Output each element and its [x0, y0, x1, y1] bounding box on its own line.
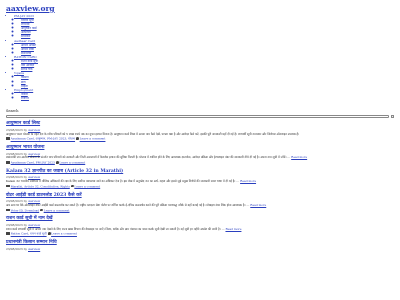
post-categories: Ayushman Card, PM-JAY 2023 Leave a comme…: [6, 160, 394, 165]
post-entry: आयुष्मान भारत योजना 23/08/2023 by Aaxview…: [6, 145, 394, 165]
read-more-link[interactable]: Read more: [240, 179, 256, 183]
post-entry: राशन कार्ड सूची में नाम देखें 23/08/2023 …: [6, 216, 394, 236]
page: aaxview.org PM-JAY 2023योजना सूचीलाभार्थ…: [0, 0, 400, 300]
nav-submenu: राशन कार्ड सूचीनया आवेदनस्टेटस चेक: [14, 59, 394, 71]
folder-icon: [6, 208, 10, 212]
comment-icon: [76, 137, 79, 140]
nav-group: Employmentनौकरीरोजगार: [14, 88, 394, 100]
category-links[interactable]: Marathi, Article 32, Constitution, Right…: [11, 184, 70, 188]
post-excerpt-text: प्रधानमंत्री जन आरोग्य योजना के अंतर्गत …: [6, 155, 287, 160]
nav-group: RATION CARDराशन कार्ड सूचीनया आवेदनस्टेट…: [14, 55, 394, 71]
nav-submenu-item: रोजगार: [21, 96, 394, 100]
post-meta: 23/08/2023 by Aaxview: [6, 247, 394, 251]
nav-submenu: किसानछात्रमहिला: [14, 75, 394, 87]
post-title[interactable]: प्रधानमंत्री किसान सम्मान निधि: [6, 240, 394, 246]
leave-comment-link[interactable]: Leave a comment: [74, 184, 100, 188]
leave-comment-link[interactable]: Leave a comment: [59, 160, 85, 164]
nav-group: Yojanaकिसानछात्रमहिला: [14, 71, 394, 87]
category-links[interactable]: Ration Card, राशन कार्ड सूची: [11, 232, 47, 236]
nav-group: PM-JAY 2023योजना सूचीलाभार्थीआयुष्मान का…: [14, 14, 394, 39]
nav-group: Aadhaar Cardआधार अपडेटआधार लिंकडाउनलोड: [14, 39, 394, 55]
leave-comment-link[interactable]: Leave a comment: [51, 232, 77, 236]
post-title[interactable]: राशन कार्ड सूची में नाम देखें: [6, 216, 394, 222]
nav-submenu: नौकरीरोजगार: [14, 92, 394, 100]
read-more-link[interactable]: Read more: [250, 203, 266, 207]
folder-icon: [6, 161, 10, 164]
post-excerpt-text: राशन कार्ड लाभार्थी सूची में अपना नाम दे…: [6, 226, 221, 231]
post-categories: Marathi, Article 32, Constitution, Right…: [6, 184, 394, 189]
read-more-link[interactable]: Read more: [225, 227, 241, 231]
search-label: Search: [6, 108, 19, 113]
search-input[interactable]: [6, 114, 390, 118]
post-list: आयुष्मान कार्ड लिस्ट 23/08/2023 by Aaxvie…: [6, 121, 394, 251]
post-entry: प्रधानमंत्री किसान सम्मान निधि 23/08/2023…: [6, 240, 394, 251]
post-entry: आयुष्मान कार्ड लिस्ट 23/08/2023 by Aaxvie…: [6, 121, 394, 141]
post-excerpt-text: अब आप घर बैठे ऑनलाइन वोटर आईडी कार्ड डाउ…: [6, 202, 246, 207]
post-entry: वोटर आईडी कार्ड डाउनलोड 2023 कैसे करें 23…: [6, 193, 394, 213]
post-excerpt-text: आयुष्मान भारत योजना के तहत देश के गरीब प…: [6, 131, 300, 136]
category-links[interactable]: Voter ID, Download: [11, 208, 40, 212]
nav-submenu: योजना सूचीलाभार्थीआयुष्मान कार्डअस्पतालस…: [14, 18, 394, 38]
main-navigation: PM-JAY 2023योजना सूचीलाभार्थीआयुष्मान का…: [6, 14, 394, 100]
folder-icon: [6, 137, 10, 140]
search-button[interactable]: [391, 114, 394, 118]
folder-icon: [6, 232, 10, 235]
read-more-link[interactable]: Read more: [291, 155, 307, 159]
comment-icon: [40, 208, 44, 212]
nav-list: PM-JAY 2023योजना सूचीलाभार्थीआयुष्मान का…: [6, 14, 394, 100]
leave-comment-link[interactable]: Leave a comment: [44, 208, 70, 212]
post-excerpt-text: Kalam 32 भारतीय संविधान में मौलिक अधिकार…: [6, 179, 236, 184]
post-date: 23/08/2023 by: [6, 246, 28, 251]
leave-comment-link[interactable]: Leave a comment: [80, 137, 106, 141]
search-row: [6, 114, 394, 118]
category-links[interactable]: Ayushman Card, PM-JAY 2023: [11, 160, 55, 164]
nav-submenu: आधार अपडेटआधार लिंकडाउनलोड: [14, 43, 394, 55]
post-categories: Ayushman Card, आयुष्मान, PM-JAY 2023, यो…: [6, 137, 394, 141]
nav-submenu-link[interactable]: रोजगार: [21, 96, 29, 100]
post-title[interactable]: वोटर आईडी कार्ड डाउनलोड 2023 कैसे करें: [6, 193, 394, 199]
post-title[interactable]: आयुष्मान कार्ड लिस्ट: [6, 121, 394, 127]
post-entry: Kalam 32 ज्ञानपीठ का जवाब (Article 32 in…: [6, 169, 394, 189]
post-categories: Ration Card, राशन कार्ड सूची Leave a com…: [6, 232, 394, 236]
folder-icon: [6, 184, 10, 188]
category-links[interactable]: Ayushman Card, आयुष्मान, PM-JAY 2023, यो…: [11, 137, 75, 141]
post-author-link[interactable]: Aaxview: [28, 247, 40, 251]
post-title[interactable]: आयुष्मान भारत योजना: [6, 145, 394, 151]
site-title[interactable]: aaxview.org: [6, 4, 394, 13]
post-title[interactable]: Kalam 32 ज्ञानपीठ का जवाब (Article 32 in…: [6, 169, 394, 175]
post-categories: Voter ID, Download Leave a comment: [6, 208, 394, 213]
